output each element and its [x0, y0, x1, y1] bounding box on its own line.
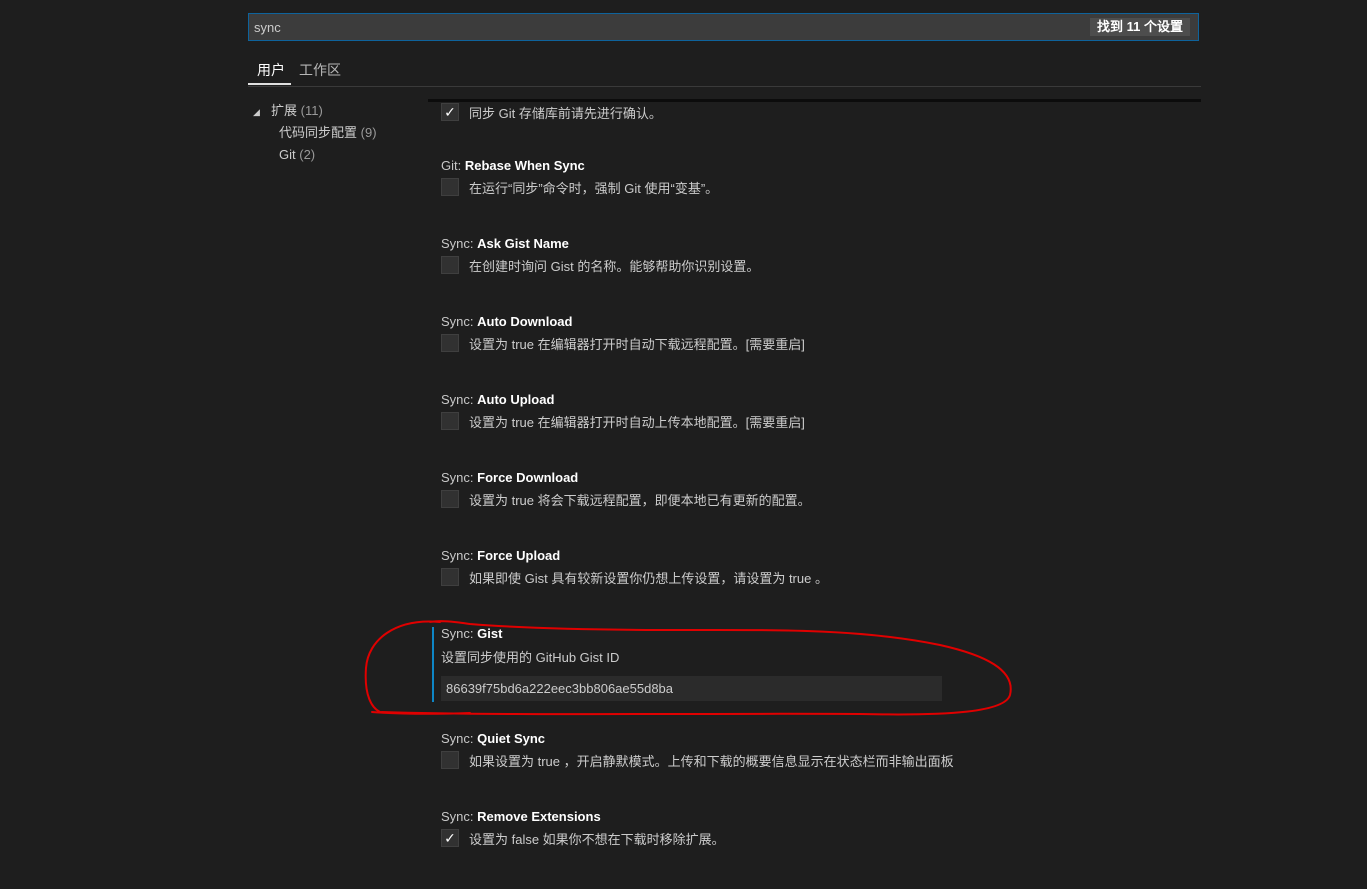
setting-category: Git: [441, 158, 465, 173]
setting-name: Remove Extensions [477, 809, 601, 824]
tree-item-count: (9) [360, 125, 377, 140]
setting-description: 设置为 false 如果你不想在下载时移除扩展。 [469, 832, 725, 847]
setting-name: Force Upload [477, 548, 561, 563]
tree-item-label: 代码同步配置 [279, 125, 358, 140]
setting-name: Quiet Sync [477, 731, 546, 746]
setting-title: Sync: Remove Extensions [441, 809, 601, 824]
setting-checkbox[interactable] [441, 256, 459, 274]
setting-sync-auto-upload: Sync: Auto Upload 设置为 true 在编辑器打开时自动上传本地… [441, 392, 805, 431]
setting-sync-quiet-sync: Sync: Quiet Sync 如果设置为 true ，开启静默模式。上传和下… [441, 731, 954, 770]
gist-id-input[interactable] [441, 676, 942, 701]
tree-item-count: (11) [300, 103, 323, 118]
setting-name: Rebase When Sync [464, 158, 585, 173]
setting-description: 设置为 true 在编辑器打开时自动上传本地配置。[需要重启] [469, 415, 805, 430]
setting-name: Auto Upload [477, 392, 555, 407]
setting-sync-force-upload: Sync: Force Upload 如果即使 Gist 具有较新设置你仍想上传… [441, 548, 828, 587]
setting-checkbox[interactable] [441, 178, 459, 196]
setting-title: Sync: Quiet Sync [441, 731, 545, 746]
settings-tabs: 用户 工作区 [248, 54, 1201, 87]
setting-checkbox-row: 如果设置为 true ，开启静默模式。上传和下载的概要信息显示在状态栏而非输出面… [441, 750, 954, 770]
setting-category: Sync: [441, 236, 478, 251]
setting-checkbox[interactable]: ✓ [441, 103, 459, 121]
setting-checkbox[interactable] [441, 412, 459, 430]
result-count-badge: 找到 11 个设置 [1090, 18, 1190, 36]
setting-description: 在创建时询问 Gist 的名称。能够帮助你识别设置。 [469, 259, 760, 274]
setting-title: Sync: Auto Upload [441, 392, 554, 407]
setting-category: Sync: [441, 626, 478, 641]
setting-checkbox[interactable]: ✓ [441, 829, 459, 847]
setting-description: 如果即使 Gist 具有较新设置你仍想上传设置，请设置为 true 。 [469, 571, 828, 586]
setting-description: 设置为 true 在编辑器打开时自动下载远程配置。[需要重启] [469, 337, 805, 352]
tree-item-extensions[interactable]: ◢ 扩展 (11) [253, 100, 377, 122]
scroll-shadow [428, 99, 1201, 102]
setting-checkbox-row: 如果即使 Gist 具有较新设置你仍想上传设置，请设置为 true 。 [441, 567, 828, 587]
setting-sync-gist: Sync: Gist 设置同步使用的 GitHub Gist ID [441, 626, 942, 701]
collapse-triangle-icon[interactable]: ◢ [253, 101, 271, 123]
tree-item-count: (2) [299, 147, 316, 162]
setting-description: 在运行“同步”命令时，强制 Git 使用“变基”。 [469, 181, 719, 196]
settings-toc-tree: ◢ 扩展 (11) 代码同步配置 (9) Git (2) [253, 100, 377, 166]
setting-title: Sync: Gist [441, 626, 942, 641]
setting-checkbox-row: 设置为 true 在编辑器打开时自动上传本地配置。[需要重启] [441, 411, 805, 431]
setting-checkbox-row: 设置为 true 将会下载远程配置，即便本地已有更新的配置。 [441, 489, 811, 509]
setting-checkbox[interactable] [441, 568, 459, 586]
setting-description: 如果设置为 true ，开启静默模式。上传和下载的概要信息显示在状态栏而非输出面… [469, 754, 954, 769]
setting-name: Ask Gist Name [477, 236, 569, 251]
focused-setting-indicator [432, 627, 434, 702]
setting-category: Sync: [441, 470, 478, 485]
setting-sync-remove-extensions: Sync: Remove Extensions ✓ 设置为 false 如果你不… [441, 809, 725, 848]
setting-sync-ask-gist-name: Sync: Ask Gist Name 在创建时询问 Gist 的名称。能够帮助… [441, 236, 759, 275]
tree-item-label: Git [279, 147, 296, 162]
setting-category: Sync: [441, 392, 478, 407]
setting-git-rebase-when-sync: Git: Rebase When Sync 在运行“同步”命令时，强制 Git … [441, 158, 718, 197]
tab-user[interactable]: 用户 [257, 60, 285, 80]
setting-description: 设置同步使用的 GitHub Gist ID [441, 650, 620, 665]
setting-sync-force-download: Sync: Force Download 设置为 true 将会下载远程配置，即… [441, 470, 811, 509]
search-input[interactable] [249, 14, 1069, 40]
setting-category: Sync: [441, 548, 478, 563]
setting-title: Sync: Ask Gist Name [441, 236, 569, 251]
setting-checkbox-row: 设置为 true 在编辑器打开时自动下载远程配置。[需要重启] [441, 333, 805, 353]
setting-title: Sync: Auto Download [441, 314, 572, 329]
setting-name: Auto Download [477, 314, 573, 329]
setting-category: Sync: [441, 314, 478, 329]
setting-checkbox[interactable] [441, 334, 459, 352]
setting-name: Force Download [477, 470, 579, 485]
setting-checkbox-row: 在运行“同步”命令时，强制 Git 使用“变基”。 [441, 177, 718, 197]
settings-search-bar[interactable]: 找到 11 个设置 [248, 13, 1199, 41]
setting-description: 设置为 true 将会下载远程配置，即便本地已有更新的配置。 [469, 493, 811, 508]
setting-sync-auto-download: Sync: Auto Download 设置为 true 在编辑器打开时自动下载… [441, 314, 805, 353]
setting-checkbox[interactable] [441, 751, 459, 769]
setting-category: Sync: [441, 731, 478, 746]
setting-category: Sync: [441, 809, 478, 824]
setting-title: Git: Rebase When Sync [441, 158, 585, 173]
setting-title: Sync: Force Upload [441, 548, 560, 563]
setting-name: Gist [477, 626, 503, 641]
tree-item-label: 扩展 [271, 103, 298, 118]
setting-checkbox[interactable] [441, 490, 459, 508]
setting-title: Sync: Force Download [441, 470, 578, 485]
setting-description: 同步 Git 存储库前请先进行确认。 [469, 106, 662, 121]
tab-workspace[interactable]: 工作区 [299, 60, 341, 80]
active-tab-indicator [248, 83, 291, 85]
settings-editor: 找到 11 个设置 用户 工作区 ◢扩展 (11) 代码同步配置 (9) Git… [0, 0, 1367, 889]
setting-checkbox-row: ✓ 设置为 false 如果你不想在下载时移除扩展。 [441, 828, 725, 848]
tree-item-code-sync[interactable]: 代码同步配置 (9) [253, 122, 377, 144]
setting-checkbox-row: 在创建时询问 Gist 的名称。能够帮助你识别设置。 [441, 255, 759, 275]
tree-item-git[interactable]: Git (2) [253, 144, 377, 166]
